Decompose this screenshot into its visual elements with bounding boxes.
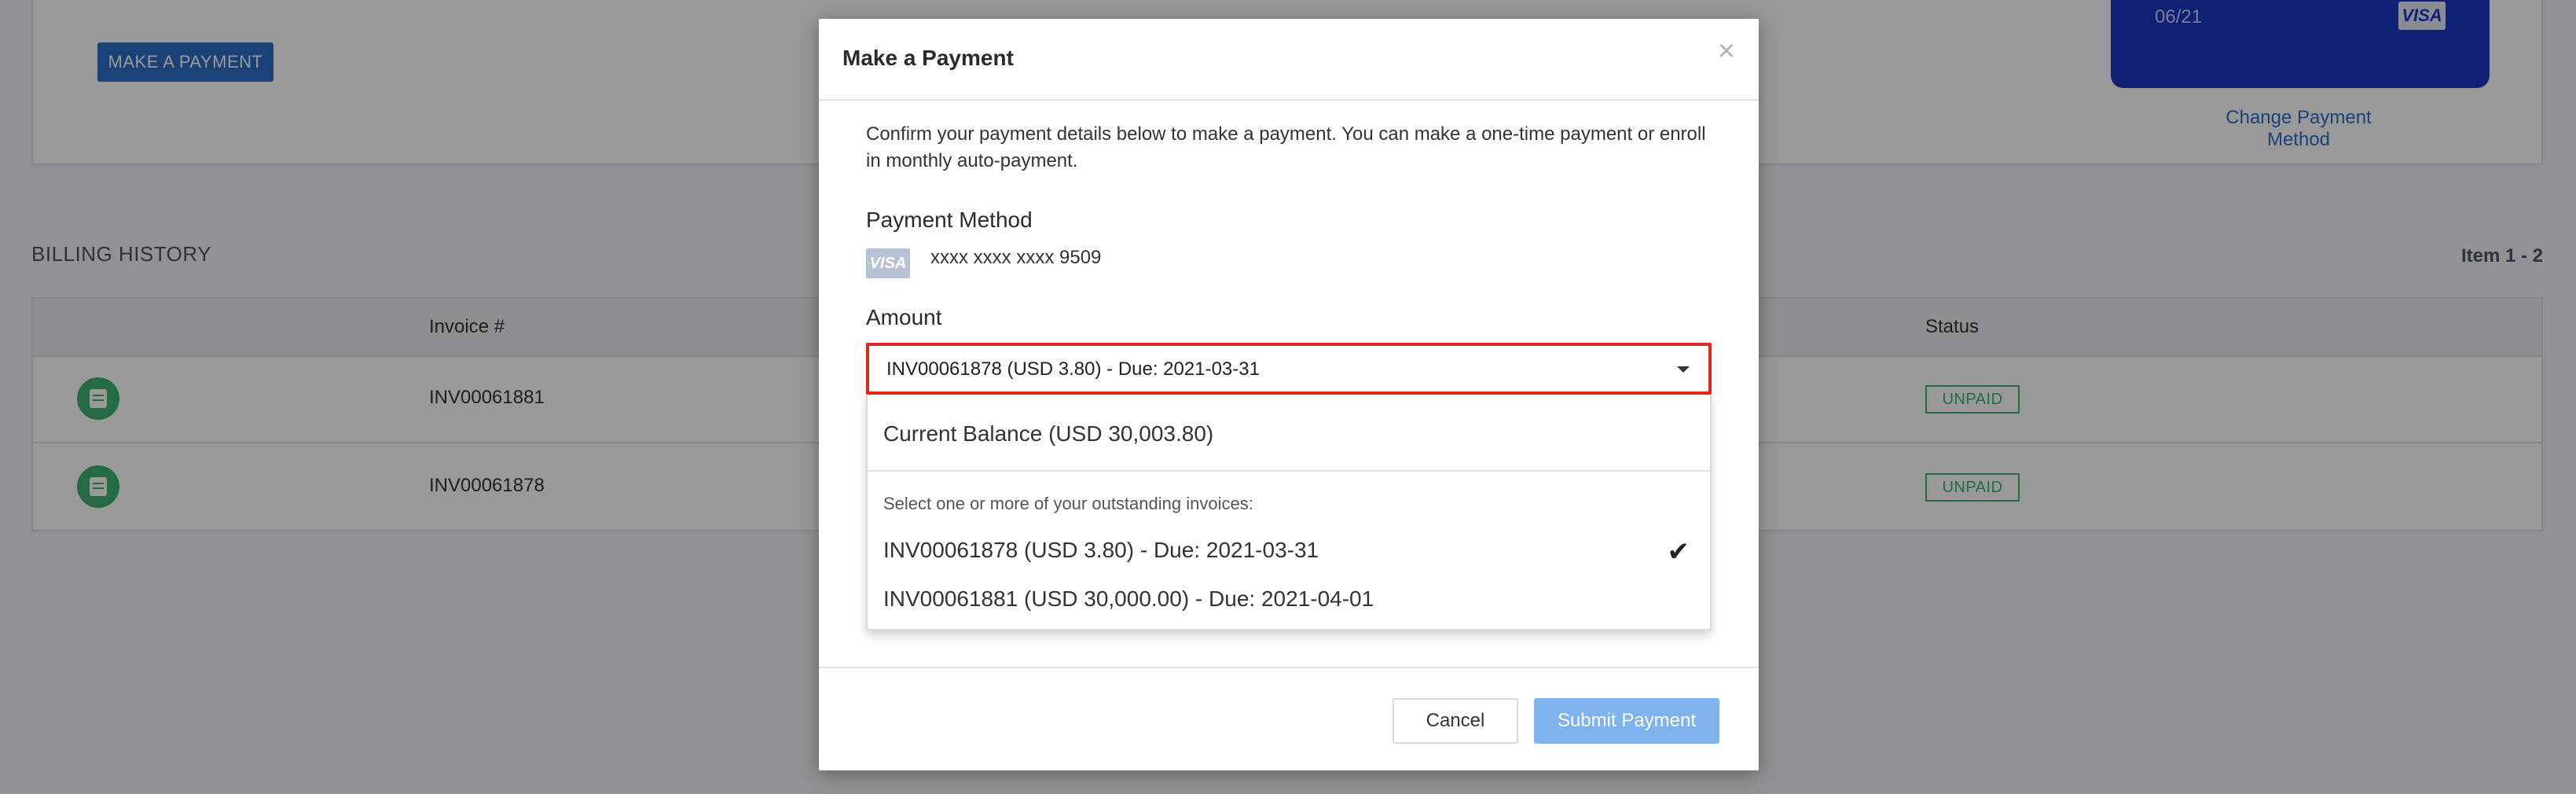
make-payment-modal: Make a Payment × Confirm your payment de… <box>819 19 1759 770</box>
current-balance-label: Current Balance (USD 30,003.80) <box>883 421 1214 446</box>
modal-header: Make a Payment × <box>819 19 1759 101</box>
invoice-select-hint: Select one or more of your outstanding i… <box>883 494 1253 513</box>
modal-title: Make a Payment <box>842 46 1014 70</box>
amount-dropdown-menu: Current Balance (USD 30,003.80) Select o… <box>866 395 1712 630</box>
visa-card-icon: VISA <box>866 248 910 278</box>
amount-label: Amount <box>866 305 942 329</box>
current-balance-option[interactable]: Current Balance (USD 30,003.80) <box>868 395 1710 472</box>
page: MAKE A PAYMENT 06/21 VISA Change Payment… <box>0 0 2576 794</box>
caret-down-icon[interactable] <box>1677 366 1690 373</box>
cancel-button[interactable]: Cancel <box>1393 698 1518 744</box>
modal-footer: Cancel Submit Payment <box>819 667 1759 770</box>
dropdown-option-label: INV00061881 (USD 30,000.00) - Due: 2021-… <box>883 586 1374 611</box>
payment-method-label: Payment Method <box>866 208 1033 232</box>
checkmark-icon: ✔ <box>1667 537 1690 567</box>
card-number: xxxx xxxx xxxx 9509 <box>930 247 1102 268</box>
dropdown-option-invoice[interactable]: INV00061878 (USD 3.80) - Due: 2021-03-31… <box>868 527 1710 574</box>
amount-select[interactable]: INV00061878 (USD 3.80) - Due: 2021-03-31 <box>866 343 1712 395</box>
dropdown-option-invoice[interactable]: INV00061881 (USD 30,000.00) - Due: 2021-… <box>868 575 1710 623</box>
close-icon[interactable]: × <box>1718 36 1735 66</box>
submit-payment-button[interactable]: Submit Payment <box>1534 698 1719 744</box>
payment-intro-text: Confirm your payment details below to ma… <box>866 123 1706 171</box>
amount-selected-value: INV00061878 (USD 3.80) - Due: 2021-03-31 <box>886 358 1260 380</box>
dropdown-option-label: INV00061878 (USD 3.80) - Due: 2021-03-31 <box>883 538 1319 562</box>
